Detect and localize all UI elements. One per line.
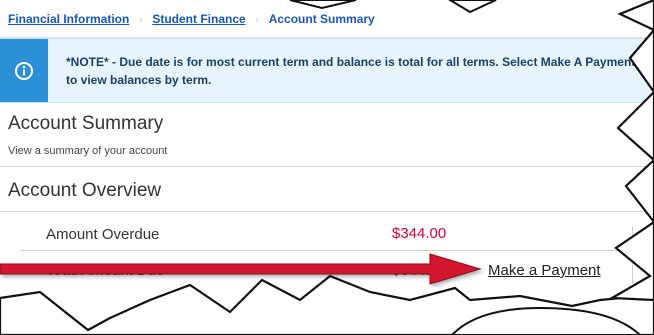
panel-border <box>632 226 633 284</box>
cropped-circle-shape <box>450 306 642 335</box>
section-divider <box>0 166 654 167</box>
breadcrumb-financial-information[interactable]: Financial Information <box>8 12 129 26</box>
section-divider <box>0 211 654 212</box>
notice-icon-strip <box>0 39 48 102</box>
breadcrumb-student-finance[interactable]: Student Finance <box>152 12 245 26</box>
breadcrumb-separator: › <box>255 13 259 24</box>
amount-overdue-value: $344.00 <box>392 225 447 242</box>
breadcrumb: Financial Information › Student Finance … <box>0 0 654 38</box>
amount-overdue-label: Amount Overdue <box>46 226 160 243</box>
notice-line-2: to view balances by term. <box>66 73 212 87</box>
account-summary-title: Account Summary <box>8 113 164 134</box>
notice-line-1: *NOTE* - Due date is for most current te… <box>66 55 636 69</box>
make-payment-link[interactable]: Make a Payment <box>488 262 601 279</box>
torn-bottom-edge <box>0 274 654 335</box>
notice-text: *NOTE* - Due date is for most current te… <box>66 53 654 89</box>
info-circle-icon <box>15 61 33 80</box>
row-divider <box>20 250 632 251</box>
account-summary-subtitle: View a summary of your account <box>8 145 168 157</box>
account-overview-title: Account Overview <box>8 180 162 201</box>
breadcrumb-account-summary: Account Summary <box>268 11 375 26</box>
total-amount-due-value: $344.00 <box>392 262 447 279</box>
breadcrumb-separator: › <box>139 13 143 24</box>
info-notice: *NOTE* - Due date is for most current te… <box>0 38 654 103</box>
page: Financial Information › Student Finance … <box>0 0 654 335</box>
total-amount-due-label: Total Amount Due <box>46 262 165 279</box>
